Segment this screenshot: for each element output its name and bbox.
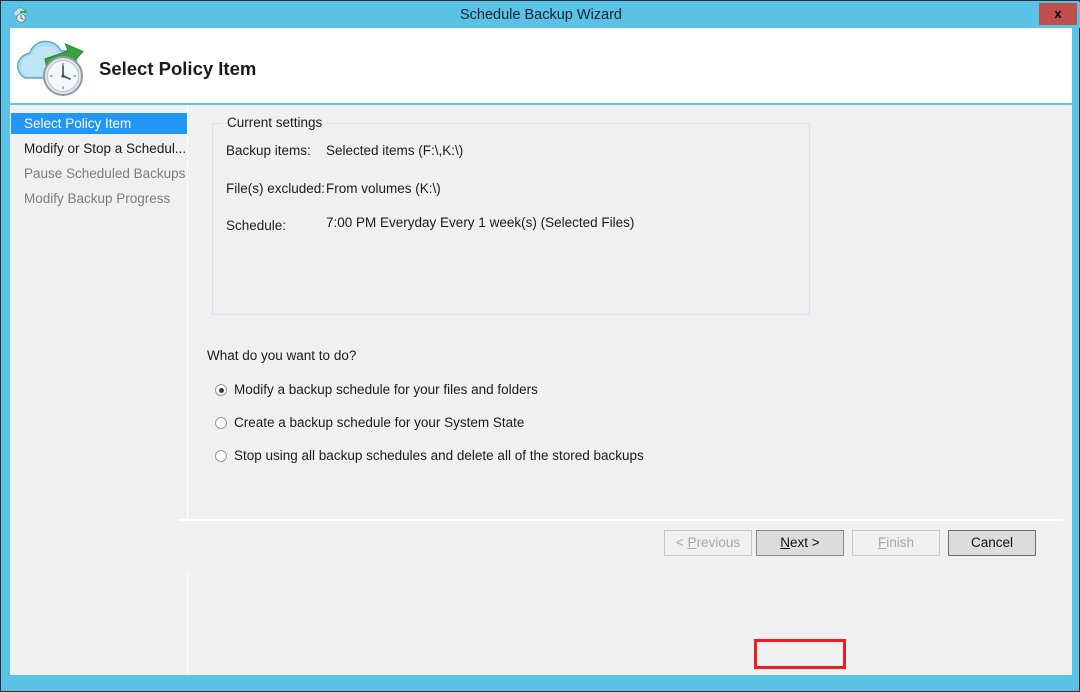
wizard-window: Schedule Backup Wizard x Select Policy I…: [0, 0, 1080, 692]
finish-mnemonic: F: [877, 535, 887, 550]
previous-button[interactable]: < Previous: [664, 530, 752, 556]
previous-mnemonic: P: [687, 535, 697, 550]
radio-selected-icon: [215, 384, 227, 396]
backup-items-value: Selected items (F:\,K:\): [326, 143, 464, 158]
radio-unselected-icon: [215, 450, 227, 462]
wizard-body: Select Policy Item Modify or Stop a Sche…: [10, 105, 1072, 675]
sidebar-item-select-policy-item[interactable]: Select Policy Item: [11, 113, 187, 134]
groupbox-border-right: [316, 123, 810, 124]
cancel-label: Cancel: [970, 535, 1014, 550]
sidebar-item-pause-scheduled[interactable]: Pause Scheduled Backups: [11, 163, 187, 184]
wizard-sidebar: Select Policy Item Modify or Stop a Sche…: [10, 105, 188, 675]
radio-create-system-state-label: Create a backup schedule for your System…: [234, 415, 525, 430]
question-prompt: What do you want to do?: [207, 348, 357, 363]
next-mnemonic: N: [780, 535, 791, 550]
previous-prefix: <: [675, 535, 688, 550]
wizard-content: Current settings Backup items: Selected …: [188, 105, 1072, 675]
finish-button[interactable]: Finish: [852, 530, 940, 556]
schedule-label: Schedule:: [226, 218, 287, 233]
wizard-header: Select Policy Item: [10, 28, 1072, 103]
sidebar-item-modify-backup-progress[interactable]: Modify Backup Progress: [11, 188, 187, 209]
previous-suffix: revious: [696, 535, 741, 550]
sidebar-item-modify-or-stop[interactable]: Modify or Stop a Schedul...: [11, 138, 187, 159]
page-title: Select Policy Item: [99, 58, 257, 79]
radio-unselected-icon: [215, 417, 227, 429]
files-excluded-value: From volumes (K:\): [326, 181, 441, 196]
groupbox-legend: Current settings: [224, 115, 326, 130]
next-suffix: ext >: [790, 535, 820, 550]
finish-suffix: inish: [886, 535, 914, 550]
cancel-button[interactable]: Cancel: [948, 530, 1036, 556]
title-bar: Schedule Backup Wizard x: [2, 2, 1080, 28]
radio-stop-all-schedules-label: Stop using all backup schedules and dele…: [234, 448, 644, 463]
cloud-backup-clock-icon: [17, 40, 84, 96]
wizard-footer: < Previous Next > Finish Cancel: [179, 521, 1063, 571]
backup-items-label: Backup items:: [226, 143, 311, 158]
schedule-value: 7:00 PM Everyday Every 1 week(s) (Select…: [326, 215, 635, 230]
groupbox-border-left: [212, 123, 221, 124]
window-title: Schedule Backup Wizard: [460, 7, 622, 23]
next-button[interactable]: Next >: [756, 530, 844, 556]
close-icon[interactable]: x: [1039, 3, 1077, 25]
files-excluded-label: File(s) excluded:: [226, 181, 326, 196]
radio-modify-backup-schedule-label: Modify a backup schedule for your files …: [234, 382, 538, 397]
